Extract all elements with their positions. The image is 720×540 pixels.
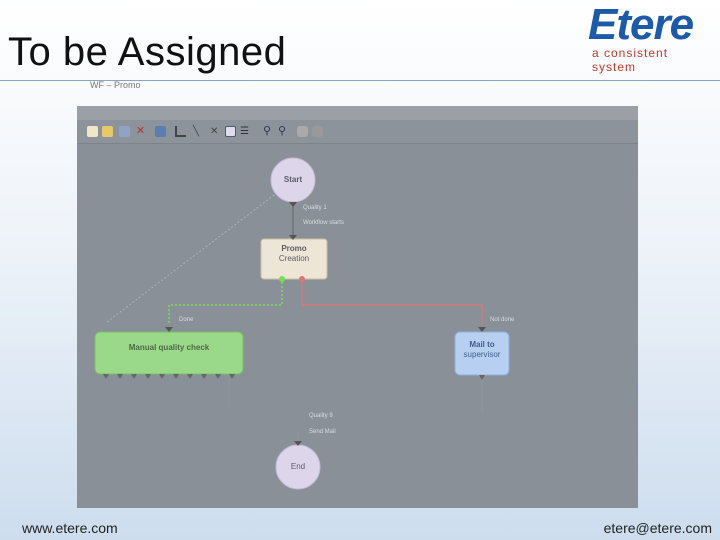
- cross-icon[interactable]: ✕: [210, 126, 221, 137]
- workflow-graph: [94, 157, 510, 490]
- end-node-label: End: [290, 462, 306, 471]
- editor-toolbar: ✕ ╲ ✕ ☰ ⚲ ⚲: [77, 106, 638, 144]
- line-icon[interactable]: ╲: [193, 126, 204, 137]
- edge-label-not-done: Not done: [490, 317, 515, 323]
- new-icon[interactable]: [87, 126, 98, 137]
- port-promo-done: [279, 276, 285, 282]
- guide-line: [106, 188, 283, 323]
- promo-node-label-line1: Promo: [281, 244, 307, 253]
- port-start-out: [289, 202, 297, 207]
- edge-label-quality-9: Quality 9: [309, 413, 333, 419]
- edge-label-quality-1: Quality 1: [303, 205, 327, 211]
- workflow-editor-screenshot: ✕ ╲ ✕ ☰ ⚲ ⚲ Start Promo Creation Manual …: [77, 106, 638, 508]
- logo-wordmark: Etere: [588, 0, 694, 49]
- zoom-out-icon[interactable]: ⚲: [278, 126, 289, 137]
- open-icon[interactable]: [102, 126, 113, 137]
- manual-quality-node[interactable]: [94, 331, 244, 375]
- delete-icon[interactable]: ✕: [135, 126, 146, 137]
- logo-tagline: a consistent system: [592, 46, 669, 74]
- promo-node-label-line2: Creation: [278, 254, 310, 263]
- manual-output-ports: [103, 374, 235, 379]
- mail-node-label-line2: supervisor: [463, 350, 501, 359]
- port-mail-out: [479, 375, 485, 380]
- zoom-in-icon[interactable]: ⚲: [263, 126, 274, 137]
- settings-icon-2[interactable]: [312, 126, 323, 137]
- slide-title: To be Assigned: [8, 30, 287, 74]
- port-mail-in: [478, 327, 486, 332]
- connector-icon[interactable]: [175, 126, 186, 137]
- copy-icon[interactable]: [155, 126, 166, 137]
- toolbar-strip: [77, 106, 638, 120]
- settings-icon[interactable]: [297, 126, 308, 137]
- edge-label-send-mail: Send Mail: [309, 429, 336, 435]
- edge-label-done: Done: [179, 317, 194, 323]
- text-icon[interactable]: ☰: [240, 126, 251, 137]
- workflow-canvas: Start Promo Creation Manual quality chec…: [77, 144, 638, 508]
- edge-not-done: [301, 278, 483, 324]
- manual-quality-label: Manual quality check: [128, 343, 210, 352]
- footer-website: www.etere.com: [22, 520, 118, 536]
- port-manual-in: [165, 327, 173, 332]
- start-node-label: Start: [283, 175, 303, 184]
- footer-email: etere@etere.com: [603, 520, 712, 536]
- save-icon[interactable]: [119, 126, 130, 137]
- mail-node-label-line1: Mail to: [469, 340, 495, 349]
- edge-label-workflow-starts: Workflow starts: [303, 220, 344, 226]
- port-promo-notdone: [299, 276, 305, 282]
- etere-logo: Etere a consistent system: [588, 0, 714, 75]
- workflow-label: WF – Promo: [90, 80, 141, 90]
- node-icon[interactable]: [225, 126, 236, 137]
